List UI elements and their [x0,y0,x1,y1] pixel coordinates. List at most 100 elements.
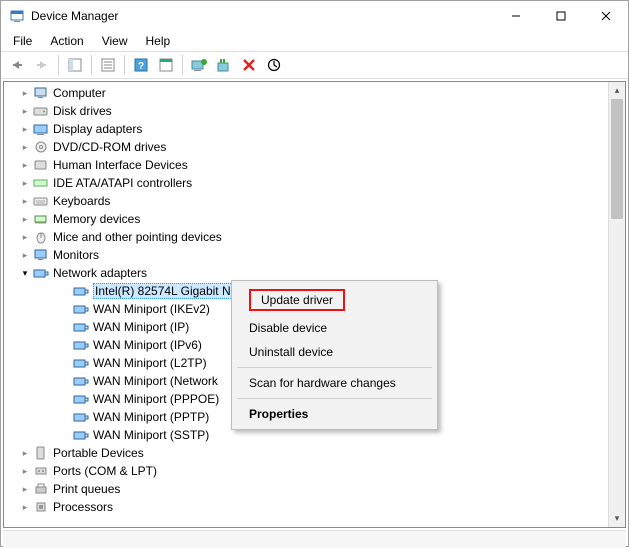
scroll-down-icon[interactable]: ▾ [609,510,625,527]
menu-file[interactable]: File [5,32,40,50]
tree-item-mice[interactable]: Mice and other pointing devices [6,228,625,246]
tree-label: Print queues [53,482,120,496]
tree-label: Portable Devices [53,446,144,460]
tree-item-processors[interactable]: Processors [6,498,625,516]
tree-item-display-adapters[interactable]: Display adapters [6,120,625,138]
tree-label: Monitors [53,248,99,262]
expander-icon[interactable] [18,500,32,514]
ctx-disable-device[interactable]: Disable device [235,316,434,340]
uninstall-button[interactable] [237,53,261,77]
tree-item-memory[interactable]: Memory devices [6,210,625,228]
memory-icon [33,211,49,227]
expander-icon[interactable] [18,446,32,460]
network-adapter-icon [73,319,89,335]
expander-icon[interactable] [18,104,32,118]
tree-item-hid[interactable]: Human Interface Devices [6,156,625,174]
svg-text:?: ? [138,61,144,72]
action-list-button[interactable] [154,53,178,77]
minimize-button[interactable] [493,1,538,31]
tree-label: WAN Miniport (PPTP) [93,410,209,424]
expander-icon[interactable] [18,464,32,478]
expander-icon[interactable] [18,266,32,280]
tree-item-computer[interactable]: Computer [6,84,625,102]
scan-hardware-button[interactable] [212,53,236,77]
tree-item-keyboards[interactable]: Keyboards [6,192,625,210]
help-button[interactable]: ? [129,53,153,77]
ctx-update-driver[interactable]: Update driver [235,284,434,316]
app-icon [9,8,25,24]
expander-icon[interactable] [18,230,32,244]
show-hide-console-tree-button[interactable] [63,53,87,77]
scroll-up-icon[interactable]: ▴ [609,82,625,99]
tree-label: Human Interface Devices [53,158,188,172]
tree-label: WAN Miniport (Network [93,374,218,388]
window-title: Device Manager [31,9,493,23]
context-menu-separator [237,398,432,399]
tree-item-ide[interactable]: IDE ATA/ATAPI controllers [6,174,625,192]
expander-icon[interactable] [18,122,32,136]
tree-label: Ports (COM & LPT) [53,464,157,478]
menu-help[interactable]: Help [138,32,179,50]
tree-item-dvd[interactable]: DVD/CD-ROM drives [6,138,625,156]
tree-item-disk-drives[interactable]: Disk drives [6,102,625,120]
expander-icon[interactable] [18,482,32,496]
mouse-icon [33,229,49,245]
tree-label: WAN Miniport (L2TP) [93,356,207,370]
ide-icon [33,175,49,191]
network-adapter-icon [73,283,89,299]
tree-label: Disk drives [53,104,112,118]
ctx-properties[interactable]: Properties [235,402,434,426]
tree-label: Computer [53,86,106,100]
title-bar: Device Manager [1,1,628,31]
vertical-scrollbar[interactable]: ▴ ▾ [608,82,625,527]
tree-label: IDE ATA/ATAPI controllers [53,176,192,190]
tree-item-print-queues[interactable]: Print queues [6,480,625,498]
close-button[interactable] [583,1,628,31]
printer-icon [33,481,49,497]
expander-icon[interactable] [18,86,32,100]
expander-icon[interactable] [18,248,32,262]
tree-label: Mice and other pointing devices [53,230,222,244]
display-adapter-icon [33,121,49,137]
network-adapter-icon [73,337,89,353]
tree-label: Memory devices [53,212,140,226]
disable-button[interactable] [262,53,286,77]
expander-icon[interactable] [18,140,32,154]
expander-icon[interactable] [18,194,32,208]
tree-label: WAN Miniport (IKEv2) [93,302,210,316]
network-adapter-icon [33,265,49,281]
monitor-icon [33,247,49,263]
ctx-scan-hardware[interactable]: Scan for hardware changes [235,371,434,395]
network-adapter-icon [73,391,89,407]
expander-icon[interactable] [18,158,32,172]
properties-button[interactable] [96,53,120,77]
forward-button[interactable] [30,53,54,77]
processor-icon [33,499,49,515]
expander-icon[interactable] [18,176,32,190]
menu-action[interactable]: Action [42,32,91,50]
scroll-thumb[interactable] [611,99,623,219]
ctx-uninstall-device[interactable]: Uninstall device [235,340,434,364]
status-bar [3,530,626,548]
tree-label: Keyboards [53,194,110,208]
menu-view[interactable]: View [94,32,136,50]
highlight-annotation: Update driver [249,289,345,311]
tree-item-monitors[interactable]: Monitors [6,246,625,264]
toolbar: ? [1,51,628,79]
maximize-button[interactable] [538,1,583,31]
ports-icon [33,463,49,479]
expander-icon[interactable] [18,212,32,226]
tree-label: Display adapters [53,122,142,136]
window-controls [493,1,628,31]
menu-bar: File Action View Help [1,31,628,51]
update-driver-button[interactable] [187,53,211,77]
computer-icon [33,85,49,101]
tree-label: Intel(R) 82574L Gigabit N [93,283,233,299]
context-menu: Update driver Disable device Uninstall d… [231,280,438,430]
disk-icon [33,103,49,119]
network-adapter-icon [73,409,89,425]
tree-item-ports[interactable]: Ports (COM & LPT) [6,462,625,480]
tree-item-portable-devices[interactable]: Portable Devices [6,444,625,462]
tree-label: WAN Miniport (IP) [93,320,189,334]
back-button[interactable] [5,53,29,77]
